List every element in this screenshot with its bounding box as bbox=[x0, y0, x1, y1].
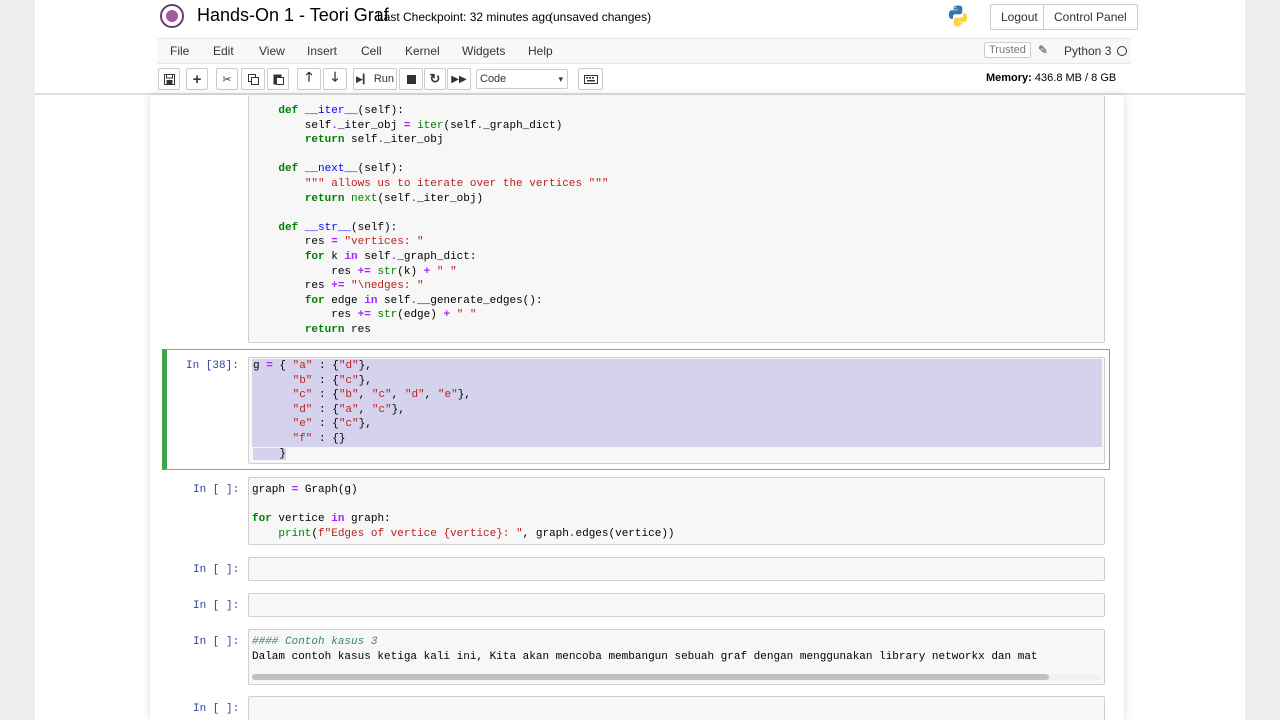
empty-code-cell-input[interactable] bbox=[248, 593, 1105, 617]
menu-insert[interactable]: Insert bbox=[307, 44, 337, 58]
run-label: Run bbox=[373, 73, 395, 85]
save-icon bbox=[163, 73, 175, 85]
code-line: Dalam contoh kasus ketiga kali ini, Kita… bbox=[252, 650, 1038, 663]
memory-usage: Memory: 436.8 MB / 8 GB bbox=[986, 72, 1116, 84]
cell-prompt: In [ ]: bbox=[193, 484, 240, 496]
code-line: print(f"Edges of vertice {vertice}: ", g… bbox=[278, 527, 675, 540]
code-line: for edge in self.__generate_edges(): bbox=[304, 294, 543, 307]
python-logo-icon bbox=[948, 5, 968, 27]
code-line: for k in self._graph_dict: bbox=[304, 250, 477, 263]
copy-icon bbox=[247, 73, 259, 85]
code-line: res += "\nedges: " bbox=[252, 280, 424, 293]
empty-code-cell-input[interactable] bbox=[248, 557, 1105, 581]
plus-icon: + bbox=[192, 70, 202, 88]
code-line: "e" : {"c"}, bbox=[292, 418, 372, 431]
refresh-icon: ↻ bbox=[429, 71, 441, 86]
code-line: "b" : {"c"}, bbox=[292, 374, 372, 387]
copy-button[interactable] bbox=[241, 68, 265, 90]
code-line: return res bbox=[304, 323, 371, 336]
interrupt-button[interactable] bbox=[399, 68, 423, 90]
menu-file[interactable]: File bbox=[170, 44, 189, 58]
code-cell-input[interactable]: graph = Graph(g) for vertice in graph: p… bbox=[248, 477, 1105, 545]
insert-cell-button[interactable]: + bbox=[186, 68, 208, 90]
code-line: res += str(k) + " " bbox=[252, 265, 457, 278]
code-editor[interactable]: #### Contoh kasus 3 Dalam contoh kasus k… bbox=[252, 635, 1038, 664]
code-cell-input[interactable]: #### Contoh kasus 3 Dalam contoh kasus k… bbox=[248, 629, 1105, 685]
code-editor[interactable]: graph = Graph(g) for vertice in graph: p… bbox=[252, 483, 675, 541]
unsaved-status: (unsaved changes) bbox=[549, 10, 652, 24]
horizontal-scrollbar-thumb[interactable] bbox=[252, 674, 1049, 680]
checkpoint-status: Last Checkpoint: 32 minutes ago bbox=[377, 10, 552, 24]
code-line: return self._iter_obj bbox=[304, 134, 444, 147]
keyboard-icon bbox=[583, 74, 598, 84]
cell-prompt: In [ ]: bbox=[193, 636, 240, 648]
paste-icon bbox=[273, 74, 284, 85]
move-up-button[interactable]: 🡑 bbox=[297, 68, 321, 90]
memory-label: Memory: bbox=[986, 72, 1032, 84]
code-editor[interactable]: def __iter__(self): self._iter_obj = ite… bbox=[252, 104, 608, 338]
menu-help[interactable]: Help bbox=[528, 44, 553, 58]
save-button[interactable] bbox=[158, 68, 180, 90]
code-line: "d" : {"a", "c"}, bbox=[292, 403, 405, 416]
code-line: return next(self._iter_obj) bbox=[304, 192, 484, 205]
code-line: } bbox=[253, 447, 287, 460]
cell-prompt: In [ ]: bbox=[193, 564, 240, 576]
trusted-badge[interactable]: Trusted bbox=[984, 42, 1031, 58]
code-line: "c" : {"b", "c", "d", "e"}, bbox=[292, 389, 471, 402]
logout-button[interactable]: Logout bbox=[990, 4, 1049, 30]
arrow-down-icon: 🡓 bbox=[331, 69, 339, 84]
code-line: res += str(edge) + " " bbox=[252, 309, 477, 322]
cell-prompt: In [38]: bbox=[186, 360, 239, 372]
edit-pencil-icon[interactable]: ✎ bbox=[1038, 43, 1048, 57]
menu-cell[interactable]: Cell bbox=[361, 44, 382, 58]
menu-widgets[interactable]: Widgets bbox=[462, 44, 505, 58]
fast-forward-icon: ▶▶ bbox=[451, 73, 467, 85]
menu-edit[interactable]: Edit bbox=[213, 44, 234, 58]
code-line: self._iter_obj = iter(self._graph_dict) bbox=[252, 119, 563, 132]
cell-prompt: In [ ]: bbox=[193, 703, 240, 715]
chevron-down-icon: ▾ bbox=[558, 74, 563, 84]
code-cell-input[interactable]: def __iter__(self): self._iter_obj = ite… bbox=[248, 95, 1105, 343]
restart-run-all-button[interactable]: ▶▶ bbox=[447, 68, 471, 90]
arrow-up-icon: 🡑 bbox=[305, 69, 313, 84]
menu-kernel[interactable]: Kernel bbox=[405, 44, 440, 58]
code-line: """ allows us to iterate over the vertic… bbox=[304, 177, 609, 190]
paste-button[interactable] bbox=[267, 68, 289, 90]
stop-icon bbox=[406, 74, 416, 84]
kernel-name: Python 3 bbox=[1064, 44, 1112, 58]
code-line: "f" : {} bbox=[292, 432, 346, 445]
control-panel-button[interactable]: Control Panel bbox=[1043, 4, 1138, 30]
code-line: #### Contoh kasus 3 bbox=[252, 636, 378, 648]
notebook-title[interactable]: Hands-On 1 - Teori Graf bbox=[197, 5, 389, 26]
jupyter-logo-icon[interactable] bbox=[160, 4, 184, 28]
cell-type-select[interactable]: Code ▾ bbox=[476, 69, 568, 89]
kernel-status-icon bbox=[1117, 46, 1127, 56]
command-palette-button[interactable] bbox=[578, 68, 603, 90]
empty-code-cell-input[interactable] bbox=[248, 696, 1105, 720]
step-forward-icon: ▶▎ bbox=[355, 73, 370, 84]
code-line: def __iter__(self): bbox=[278, 105, 404, 117]
code-line: def __next__(self): bbox=[278, 163, 404, 176]
run-button[interactable]: ▶▎ Run bbox=[353, 68, 397, 90]
restart-button[interactable]: ↻ bbox=[424, 68, 446, 90]
cut-button[interactable]: ✂ bbox=[216, 68, 238, 90]
code-line: for vertice in graph: bbox=[252, 513, 391, 526]
memory-value: 436.8 MB / 8 GB bbox=[1034, 72, 1117, 84]
scissors-icon: ✂ bbox=[222, 73, 232, 86]
menu-view[interactable]: View bbox=[259, 44, 285, 58]
notebook-container: def __iter__(self): self._iter_obj = ite… bbox=[150, 95, 1124, 720]
code-line: res = "vertices: " bbox=[252, 236, 424, 249]
code-line: g = { "a" : {"d"}, bbox=[253, 360, 372, 372]
move-down-button[interactable]: 🡓 bbox=[323, 68, 347, 90]
code-line: graph = Graph(g) bbox=[252, 484, 358, 496]
code-editor[interactable]: g = { "a" : {"d"}, "b" : {"c"}, "c" : {"… bbox=[253, 359, 471, 461]
cell-prompt: In [ ]: bbox=[193, 600, 240, 612]
code-line: def __str__(self): bbox=[278, 221, 398, 234]
cell-type-value: Code bbox=[480, 73, 507, 85]
